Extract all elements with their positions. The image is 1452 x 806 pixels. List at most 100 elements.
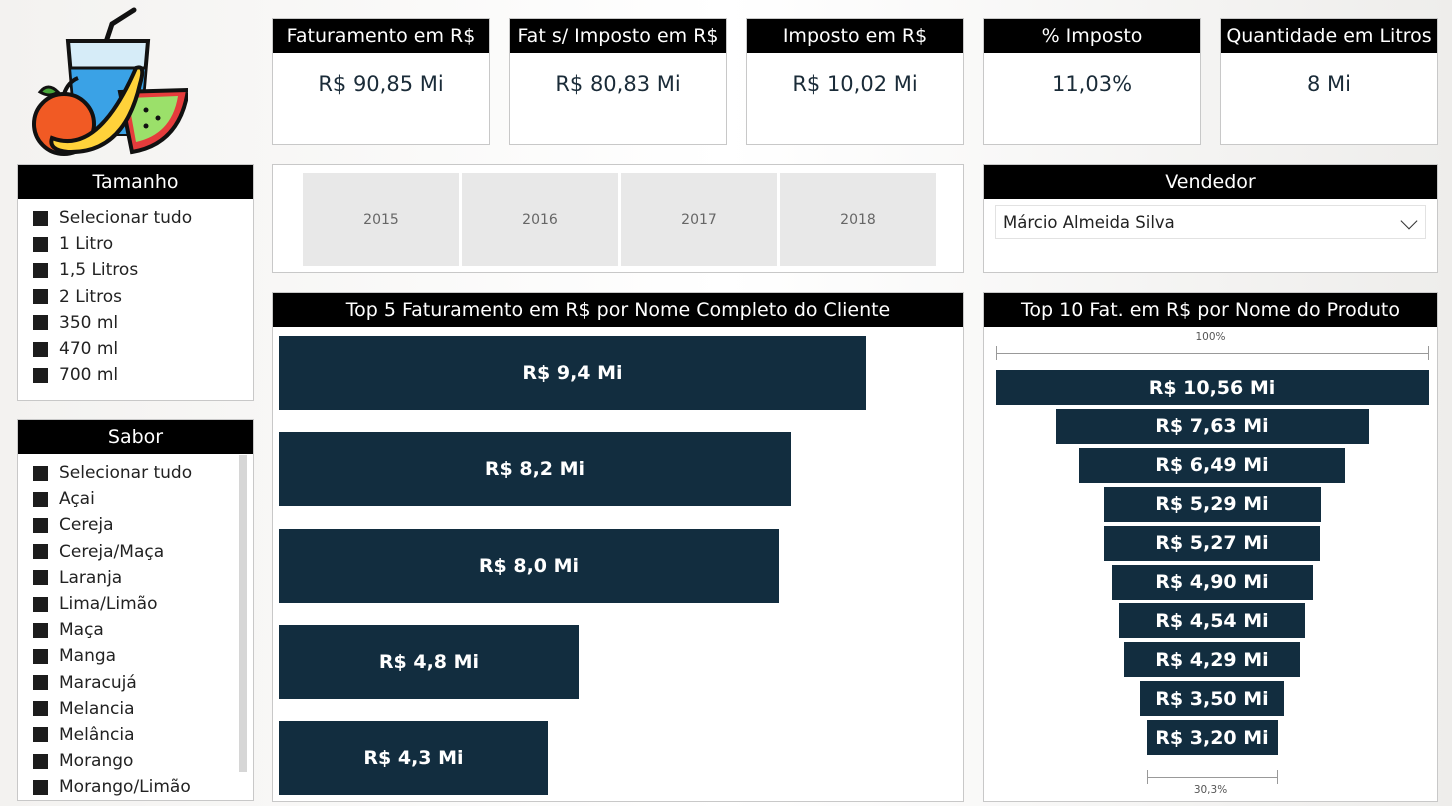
kpi-pct-imposto-value: 11,03% (1051, 72, 1133, 96)
checkbox-icon[interactable] (33, 465, 48, 481)
product-funnel-bar-label: R$ 4,90 Mi (1155, 571, 1269, 593)
checkbox-icon[interactable] (33, 210, 48, 226)
tamanho-option[interactable]: 470 ml (18, 336, 253, 362)
checkbox-icon[interactable] (33, 727, 48, 743)
client-bar[interactable]: R$ 8,0 Mi (279, 528, 779, 603)
checkbox-icon[interactable] (33, 675, 48, 691)
checkbox-icon[interactable] (33, 701, 48, 717)
tamanho-option-label: Selecionar tudo (59, 208, 193, 229)
kpi-faturamento-value: R$ 90,85 Mi (318, 72, 444, 96)
client-bar-label: R$ 8,2 Mi (484, 458, 586, 481)
year-tile-2016[interactable]: 2016 (462, 173, 618, 266)
sabor-option[interactable]: Laranja (18, 565, 253, 591)
tamanho-option[interactable]: Selecionar tudo (18, 205, 253, 231)
tamanho-slicer: Tamanho Selecionar tudo 1 Litro 1,5 Litr… (17, 164, 254, 401)
checkbox-icon[interactable] (33, 596, 48, 612)
sabor-option[interactable]: Maça (18, 617, 253, 643)
vendedor-slicer: Vendedor Márcio Almeida Silva (983, 164, 1438, 273)
product-funnel-bar[interactable]: R$ 3,50 Mi (1140, 681, 1284, 717)
product-funnel-bar[interactable]: R$ 4,54 Mi (1119, 603, 1305, 639)
client-bar[interactable]: R$ 4,8 Mi (279, 624, 579, 699)
funnel-area: R$ 10,56 Mi R$ 7,63 Mi R$ 6,49 Mi R$ 5,29 M… (984, 293, 1437, 801)
checkbox-icon[interactable] (33, 367, 48, 383)
tamanho-option[interactable]: 2 Litros (18, 284, 253, 310)
checkbox-icon[interactable] (33, 544, 48, 560)
vendedor-selected: Márcio Almeida Silva (1003, 212, 1175, 232)
top10-produtos-chart: Top 10 Fat. em R$ por Nome do Produto 10… (983, 292, 1438, 802)
product-funnel-bar[interactable]: R$ 6,49 Mi (1079, 447, 1345, 483)
sabor-option-label: Açai (59, 489, 95, 510)
year-tile-2017[interactable]: 2017 (621, 173, 777, 266)
client-bar[interactable]: R$ 4,3 Mi (279, 721, 548, 796)
product-funnel-bar-label: R$ 7,63 Mi (1155, 415, 1269, 438)
product-funnel-bar[interactable]: R$ 10,56 Mi (995, 370, 1429, 405)
year-tile-2018[interactable]: 2018 (780, 173, 936, 266)
checkbox-icon[interactable] (33, 236, 48, 252)
sabor-option[interactable]: Melancia (18, 696, 253, 722)
sabor-option[interactable]: Maracujá (18, 670, 253, 696)
product-funnel-bar-label: R$ 3,50 Mi (1155, 687, 1269, 710)
checkbox-icon[interactable] (33, 491, 48, 507)
funnel-bottom-pct-label: 30,3% (1193, 784, 1228, 796)
tamanho-option-label: 1 Litro (59, 234, 114, 255)
product-funnel-bar[interactable]: R$ 5,27 Mi (1104, 525, 1320, 561)
funnel-bottom-range-tick-right (1276, 770, 1278, 784)
tamanho-option[interactable]: 1,5 Litros (18, 257, 253, 283)
checkbox-icon[interactable] (33, 289, 48, 305)
kpi-quantidade-litros-value: 8 Mi (1307, 72, 1351, 96)
product-funnel-bar[interactable]: R$ 5,29 Mi (1103, 486, 1321, 522)
product-funnel-bar-label: R$ 5,27 Mi (1155, 532, 1269, 555)
sabor-list: Selecionar tudo Açai Cereja Cereja/Maça … (18, 454, 253, 800)
checkbox-icon[interactable] (33, 648, 48, 664)
product-funnel-bar-label: R$ 4,54 Mi (1155, 609, 1269, 632)
sabor-option-label: Cereja (59, 515, 114, 536)
checkbox-icon[interactable] (33, 517, 48, 533)
checkbox-icon[interactable] (33, 753, 48, 769)
product-funnel-bar[interactable]: R$ 4,29 Mi (1124, 642, 1300, 678)
tamanho-option[interactable]: 350 ml (18, 310, 253, 336)
sabor-scrollbar[interactable] (239, 455, 247, 772)
product-funnel-bar[interactable]: R$ 7,63 Mi (1055, 408, 1369, 444)
sabor-option[interactable]: Selecionar tudo (18, 460, 253, 486)
checkbox-icon[interactable] (33, 570, 48, 586)
sabor-option-label: Manga (59, 646, 117, 667)
year-tile-2015[interactable]: 2015 (303, 173, 459, 266)
sabor-option-label: Morango (59, 751, 134, 772)
sabor-option-label: Selecionar tudo (59, 463, 193, 484)
vendedor-dropdown[interactable]: Márcio Almeida Silva (995, 205, 1426, 239)
top5-clientes-title: Top 5 Faturamento em R$ por Nome Complet… (273, 293, 963, 327)
product-funnel-bar[interactable]: R$ 3,20 Mi (1146, 720, 1278, 756)
sabor-option-label: Maracujá (59, 672, 137, 693)
client-bar-label: R$ 8,0 Mi (478, 554, 580, 577)
tamanho-option[interactable]: 700 ml (18, 362, 253, 388)
kpi-card-imposto: Imposto em R$ R$ 10,02 Mi (746, 18, 964, 145)
checkbox-icon[interactable] (33, 262, 48, 278)
sabor-option[interactable]: Cereja (18, 512, 253, 538)
sabor-option[interactable]: Melância (18, 722, 253, 748)
juice-fruit-logo (32, 7, 188, 156)
chevron-down-icon[interactable] (1400, 212, 1418, 230)
vendedor-slicer-title: Vendedor (984, 165, 1437, 199)
sabor-option[interactable]: Manga (18, 643, 253, 669)
funnel-bottom-range-tick-left (1146, 770, 1148, 784)
product-funnel-bar[interactable]: R$ 4,90 Mi (1111, 564, 1313, 600)
sabor-option[interactable]: Morango/Limão (18, 774, 253, 800)
kpi-fat-sem-imposto-value: R$ 80,83 Mi (555, 72, 681, 96)
product-funnel-bar-label: R$ 5,29 Mi (1155, 493, 1269, 516)
sabor-option[interactable]: Lima/Limão (18, 591, 253, 617)
product-funnel-bar-label: R$ 3,20 Mi (1155, 726, 1269, 749)
sabor-option[interactable]: Açai (18, 486, 253, 512)
sabor-option[interactable]: Cereja/Maça (18, 539, 253, 565)
client-bar-label: R$ 9,4 Mi (522, 362, 623, 384)
client-bar[interactable]: R$ 8,2 Mi (279, 432, 791, 507)
tamanho-option-label: 1,5 Litros (59, 260, 139, 281)
client-bar-label: R$ 4,8 Mi (378, 650, 480, 673)
checkbox-icon[interactable] (33, 622, 48, 638)
tamanho-option[interactable]: 1 Litro (18, 231, 253, 257)
client-bar[interactable]: R$ 9,4 Mi (279, 336, 866, 410)
checkbox-icon[interactable] (33, 315, 48, 331)
checkbox-icon[interactable] (33, 779, 48, 795)
tamanho-slicer-title: Tamanho (18, 165, 253, 199)
checkbox-icon[interactable] (33, 341, 48, 357)
sabor-option[interactable]: Morango (18, 748, 253, 774)
